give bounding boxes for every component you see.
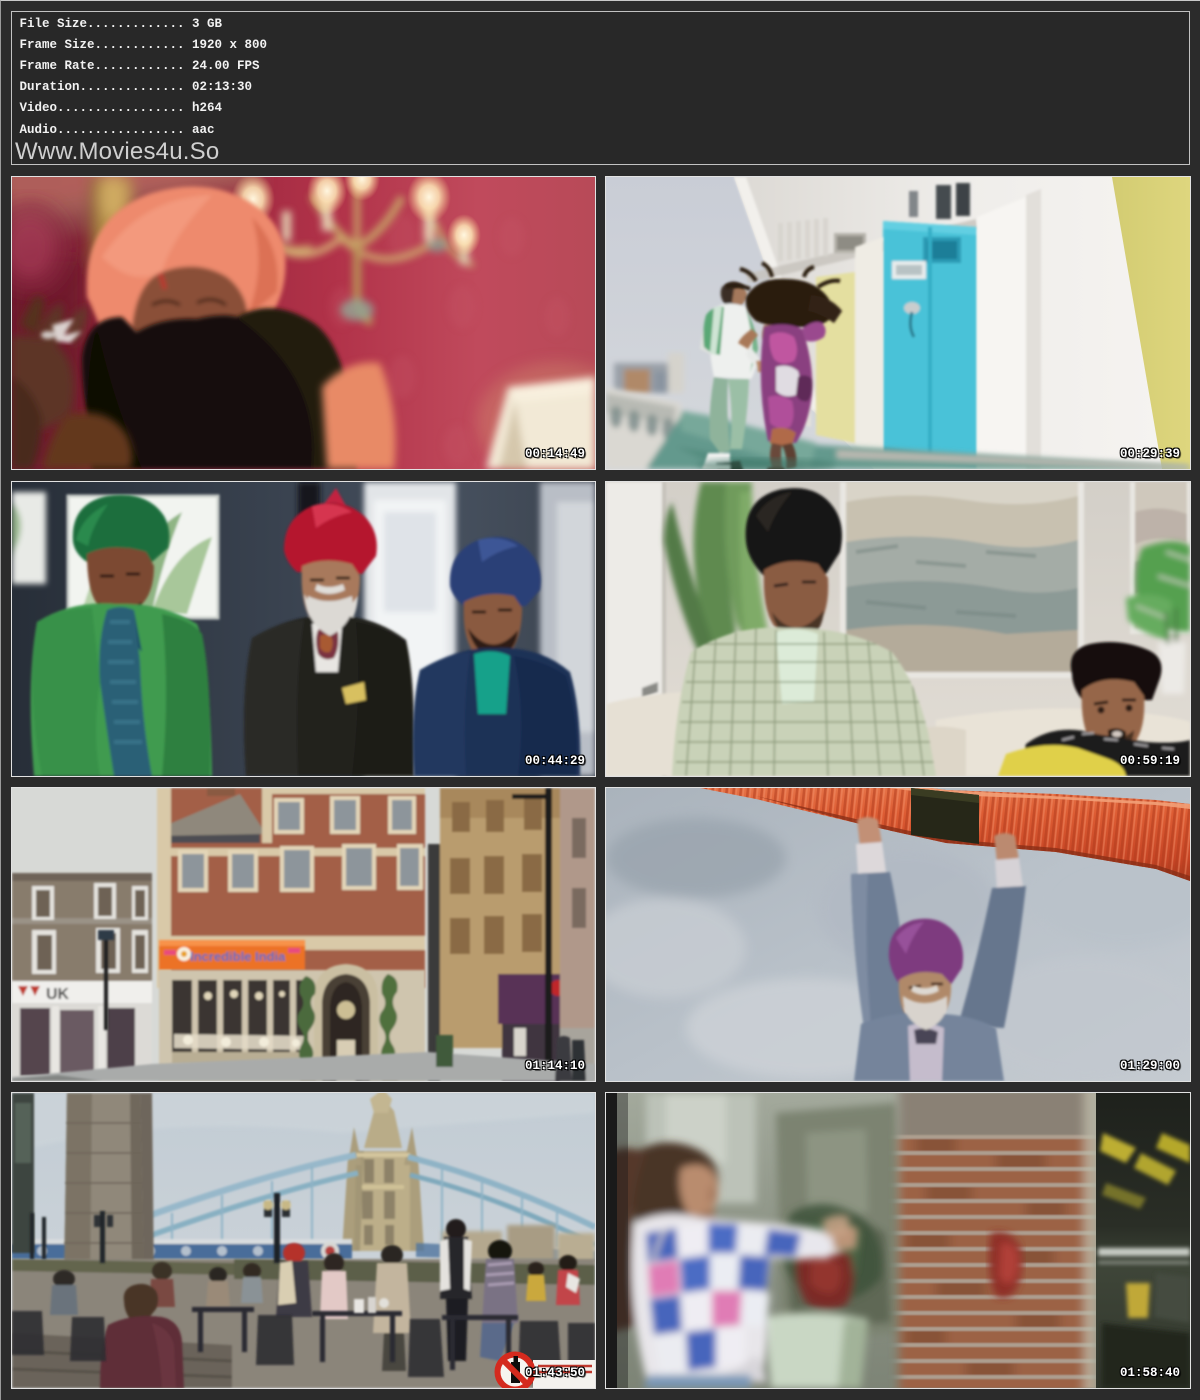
- svg-text:UK: UK: [46, 986, 70, 1003]
- svg-text:Incredible India: Incredible India: [190, 949, 286, 964]
